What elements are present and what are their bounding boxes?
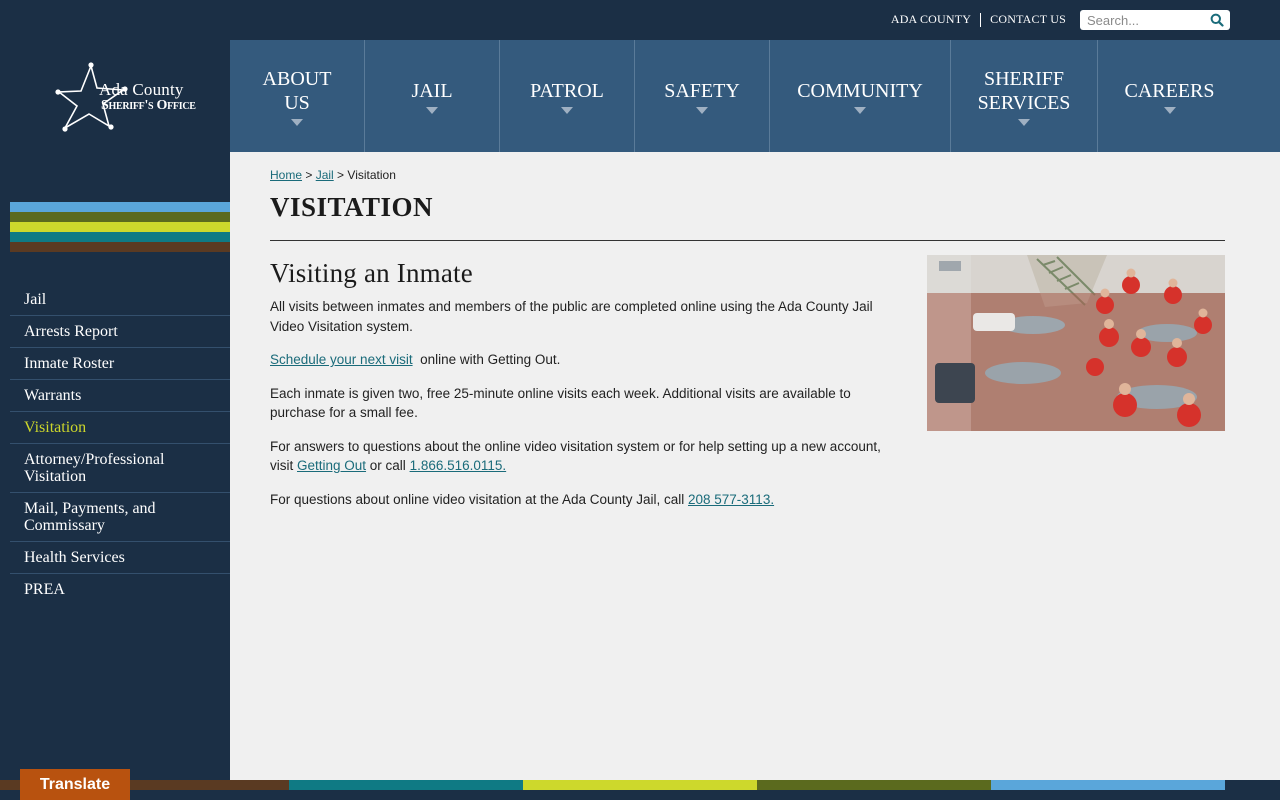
chevron-down-icon [291, 118, 303, 126]
sidebar-item-inmate-roster[interactable]: Inmate Roster [10, 348, 230, 380]
stripe-teal [10, 232, 230, 242]
footer-stripe-yellow [523, 780, 757, 790]
stripe-yellow [10, 222, 230, 232]
stripe-olive [10, 212, 230, 222]
stripe-brown [10, 242, 230, 252]
sidebar-item-mail-payments-commissary[interactable]: Mail, Payments, and Commissary [10, 493, 230, 542]
help-call-text: or call [366, 458, 410, 473]
chevron-down-icon [426, 106, 438, 114]
breadcrumb: Home > Jail > Visitation [270, 168, 396, 182]
logo-line-2: Sheriff's Office [101, 98, 196, 113]
ada-county-link[interactable]: ADA COUNTY [891, 12, 971, 27]
nav-community[interactable]: COMMUNITY [770, 40, 951, 152]
jail-dayroom-photo [927, 255, 1225, 431]
logo-area[interactable]: Ada County Sheriff's Office [10, 40, 230, 152]
schedule-text: online with Getting Out. [412, 352, 561, 367]
getting-out-phone-link[interactable]: 1.866.516.0115. [410, 458, 507, 473]
jail-phone-text: For questions about online video visitat… [270, 491, 688, 507]
decorative-stripes [10, 202, 230, 252]
main-content: Home > Jail > Visitation VISITATION Visi… [230, 152, 1280, 780]
paragraph-online-visits: All visits between inmates and members o… [270, 299, 873, 334]
page-title: VISITATION [270, 192, 434, 222]
nav-sheriff-services[interactable]: SHERIFF SERVICES [951, 40, 1098, 152]
nav-safety[interactable]: SAFETY [635, 40, 770, 152]
nav-patrol[interactable]: PATROL [500, 40, 635, 152]
nav-community-label: COMMUNITY [797, 79, 923, 102]
paragraph-schedule: Schedule your next visit online with Get… [270, 350, 900, 370]
paragraph-jail-phone: For questions about online video visitat… [270, 490, 900, 510]
breadcrumb-current: Visitation [347, 168, 396, 182]
paragraph-free-visits: Each inmate is given two, free 25-minute… [270, 385, 851, 421]
getting-out-link[interactable]: Getting Out [297, 458, 366, 473]
main-navigation: ABOUT US JAIL PATROL SAFETY COMMUNITY SH… [230, 40, 1280, 152]
footer-stripe-olive [757, 780, 991, 790]
breadcrumb-home-link[interactable]: Home [270, 168, 302, 182]
nav-safety-label: SAFETY [664, 79, 740, 102]
nav-about-us[interactable]: ABOUT US [230, 40, 365, 152]
chevron-down-icon [561, 106, 573, 114]
nav-careers[interactable]: CAREERS [1098, 40, 1241, 152]
side-navigation: Jail Arrests Report Inmate Roster Warran… [10, 284, 230, 605]
sheriff-logo[interactable]: Ada County Sheriff's Office [55, 60, 196, 132]
article-body: Visiting an Inmate All visits between in… [270, 258, 900, 523]
nav-about-us-line1: ABOUT [262, 67, 332, 90]
search-input[interactable] [1080, 11, 1202, 29]
chevron-down-icon [696, 106, 708, 114]
utility-separator [980, 12, 982, 27]
nav-careers-label: CAREERS [1124, 79, 1215, 102]
left-sidebar: Ada County Sheriff's Office Jail Arrests… [10, 40, 230, 780]
nav-sheriff-services-line2: SERVICES [977, 91, 1071, 114]
footer-stripe-teal [289, 780, 523, 790]
utility-links: ADA COUNTY CONTACT US [891, 12, 1066, 27]
sidebar-item-visitation[interactable]: Visitation [10, 412, 230, 444]
search-icon[interactable] [1210, 13, 1224, 27]
chevron-down-icon [1163, 106, 1176, 114]
sidebar-item-jail[interactable]: Jail [10, 284, 230, 316]
breadcrumb-jail-link[interactable]: Jail [316, 168, 334, 182]
breadcrumb-separator: > [302, 168, 316, 182]
breadcrumb-separator: > [333, 168, 348, 182]
section-heading: Visiting an Inmate [270, 258, 473, 288]
search-box [1080, 10, 1230, 30]
inmates-photo-image [927, 255, 1225, 431]
chevron-down-icon [1018, 118, 1030, 126]
nav-about-us-line2: US [284, 91, 310, 114]
schedule-visit-link[interactable]: Schedule your next visit [270, 352, 413, 367]
nav-sheriff-services-line1: SHERIFF [983, 67, 1065, 90]
chevron-down-icon [854, 106, 866, 114]
sidebar-item-health-services[interactable]: Health Services [10, 542, 230, 574]
jail-phone-link[interactable]: 208 577-3113. [688, 492, 774, 507]
sidebar-item-arrests-report[interactable]: Arrests Report [10, 316, 230, 348]
stripe-light-blue [10, 202, 230, 212]
title-divider [270, 240, 1225, 241]
footer-stripe-light-blue [991, 780, 1225, 790]
sidebar-item-prea[interactable]: PREA [10, 574, 230, 605]
nav-jail-label: JAIL [411, 79, 453, 102]
paragraph-help: For answers to questions about the onlin… [270, 437, 900, 476]
footer-stripes [0, 780, 1280, 790]
logo-line-1: Ada County [99, 80, 184, 99]
top-utility-bar: ADA COUNTY CONTACT US [0, 0, 1280, 40]
sidebar-item-warrants[interactable]: Warrants [10, 380, 230, 412]
sidebar-item-attorney-professional-visitation[interactable]: Attorney/Professional Visitation [10, 444, 230, 493]
nav-patrol-label: PATROL [530, 79, 604, 102]
contact-us-link[interactable]: CONTACT US [990, 12, 1066, 27]
translate-button[interactable]: Translate [20, 769, 130, 800]
nav-jail[interactable]: JAIL [365, 40, 500, 152]
